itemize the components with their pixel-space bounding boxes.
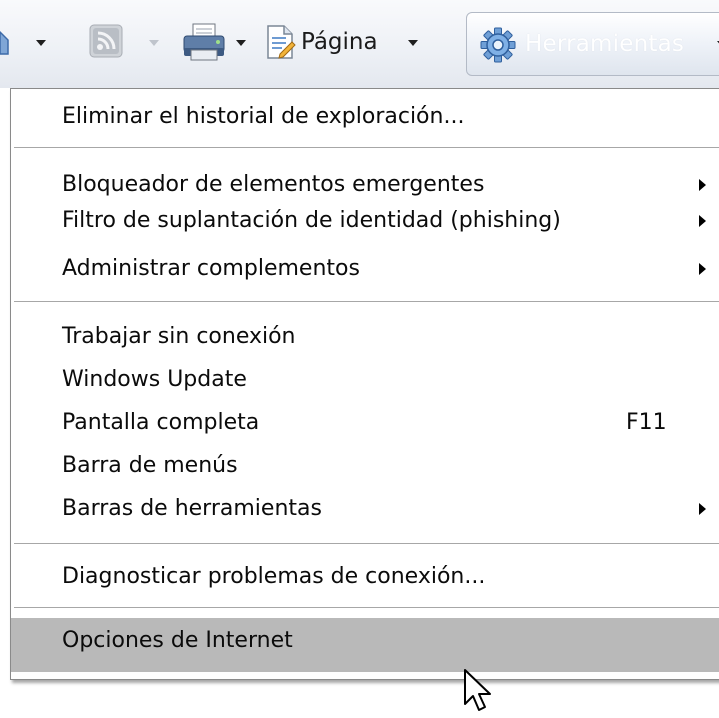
- menu-item-work-offline[interactable]: Trabajar sin conexión: [11, 319, 719, 355]
- print-dropdown-arrow-icon[interactable]: [236, 40, 246, 46]
- menu-item-delete-history[interactable]: Eliminar el historial de exploración...: [11, 99, 719, 135]
- home-dropdown-arrow-icon[interactable]: [36, 40, 46, 46]
- menu-item-windows-update[interactable]: Windows Update: [11, 362, 719, 398]
- menu-item-menu-bar[interactable]: Barra de menús: [11, 448, 719, 484]
- menu-item-label: Barra de menús: [62, 453, 238, 478]
- menu-separator: [14, 543, 719, 545]
- menu-separator: [14, 301, 719, 303]
- print-icon[interactable]: [181, 22, 227, 62]
- menu-item-full-screen[interactable]: Pantalla completa F11: [11, 405, 719, 441]
- shortcut-label: F11: [626, 410, 667, 435]
- page-dropdown-arrow-icon[interactable]: [408, 40, 418, 46]
- page-menu-label[interactable]: Página: [301, 26, 378, 58]
- command-bar: Página Herramientas: [0, 0, 719, 88]
- menu-item-label: Administrar complementos: [62, 256, 360, 281]
- tools-menu-button[interactable]: Herramientas: [466, 12, 719, 76]
- menu-item-internet-options[interactable]: Opciones de Internet: [11, 618, 719, 672]
- feed-icon[interactable]: [89, 24, 123, 58]
- menu-item-toolbars[interactable]: Barras de herramientas: [11, 491, 719, 527]
- home-icon[interactable]: [0, 30, 10, 56]
- submenu-arrow-icon: [699, 503, 706, 515]
- menu-item-label: Diagnosticar problemas de conexión...: [62, 564, 486, 589]
- menu-item-label: Trabajar sin conexión: [62, 324, 296, 349]
- gear-icon: [480, 27, 516, 63]
- tools-menu-label: Herramientas: [525, 31, 685, 57]
- menu-item-phishing-filter[interactable]: Filtro de suplantación de identidad (phi…: [11, 203, 719, 239]
- page-icon[interactable]: [266, 24, 296, 60]
- menu-item-manage-addons[interactable]: Administrar complementos: [11, 251, 719, 287]
- menu-separator: [14, 147, 719, 149]
- menu-separator: [14, 607, 719, 609]
- feed-dropdown-arrow-icon[interactable]: [149, 40, 159, 46]
- submenu-arrow-icon: [699, 215, 706, 227]
- menu-item-label: Pantalla completa: [62, 410, 260, 435]
- menu-item-label: Barras de herramientas: [62, 496, 322, 521]
- mouse-cursor-icon: [464, 669, 491, 711]
- menu-item-popup-blocker[interactable]: Bloqueador de elementos emergentes: [11, 167, 719, 203]
- submenu-arrow-icon: [699, 263, 706, 275]
- menu-item-label: Bloqueador de elementos emergentes: [62, 172, 485, 197]
- menu-item-label: Eliminar el historial de exploración...: [62, 104, 465, 129]
- submenu-arrow-icon: [699, 179, 706, 191]
- tools-dropdown-menu: Eliminar el historial de exploración... …: [10, 88, 719, 680]
- menu-item-label: Filtro de suplantación de identidad (phi…: [62, 208, 561, 233]
- menu-item-label: Windows Update: [62, 367, 247, 392]
- menu-item-diagnose-connection[interactable]: Diagnosticar problemas de conexión...: [11, 559, 719, 595]
- menu-item-label: Opciones de Internet: [62, 628, 293, 653]
